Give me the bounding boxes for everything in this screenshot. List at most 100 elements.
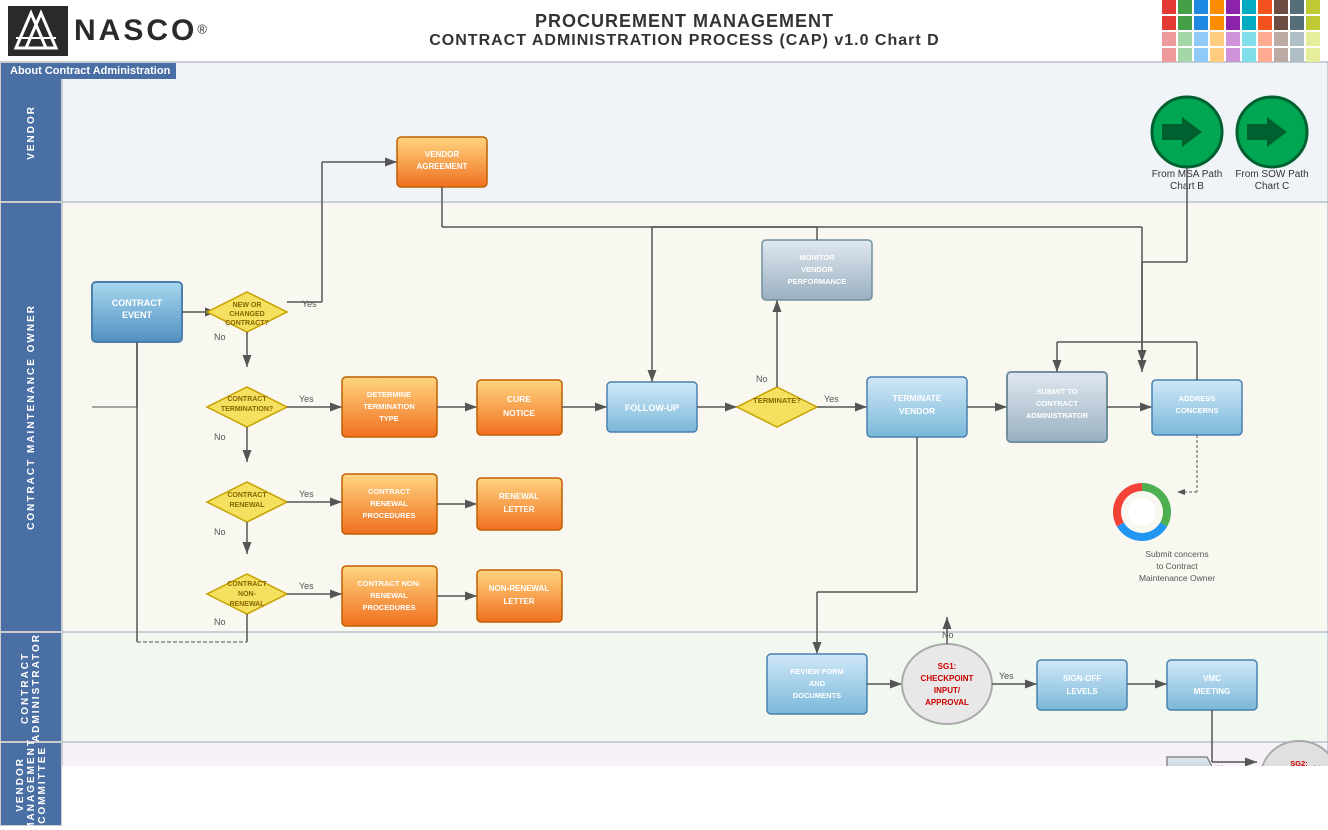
followup-label: FOLLOW-UP [625,403,679,413]
svg-text:No: No [214,527,226,537]
vendor-agreement-label: VENDOR [425,150,459,159]
svg-text:No: No [214,432,226,442]
svg-text:CONCERNS: CONCERNS [1176,406,1219,415]
lane-vendor: VENDOR [0,62,62,202]
lane-label-vendor: VENDOR [0,62,62,202]
color-cell [1210,48,1224,62]
sg1-label: SG1: [938,662,957,671]
svg-text:DOCUMENTS: DOCUMENTS [793,691,841,700]
color-cell [1242,32,1256,46]
color-cell [1306,0,1320,14]
svg-text:RENEWAL: RENEWAL [370,591,408,600]
color-cell [1258,0,1272,14]
color-cell [1242,16,1256,30]
svg-text:TYPE: TYPE [379,414,399,423]
svg-text:CONTRACT?: CONTRACT? [225,320,269,327]
determine-termination-label: DETERMINE [367,390,411,399]
svg-text:AND: AND [809,679,826,688]
svg-text:EVENT: EVENT [122,310,153,320]
svg-text:LETTER: LETTER [503,505,534,514]
svg-text:CONTRACT: CONTRACT [1036,399,1078,408]
svg-text:AGREEMENT: AGREEMENT [416,162,467,171]
svg-text:PERFORMANCE: PERFORMANCE [788,277,847,286]
from-sow-label: From SOW Path [1235,169,1308,180]
color-cell [1162,48,1176,62]
color-cell [1162,0,1176,14]
color-cell [1162,16,1176,30]
color-cell [1194,32,1208,46]
logo-name: NASCO® [74,14,207,48]
svg-text:LEVELS: LEVELS [1066,687,1098,696]
new-changed-label: NEW OR [233,302,262,309]
svg-text:No: No [942,630,954,640]
sign-off-label: SIGN-OFF [1063,674,1101,683]
color-cell [1290,48,1304,62]
svg-text:No: No [214,332,226,342]
non-renewal-label: CONTRACT [227,581,267,588]
color-cell [1226,0,1240,14]
color-cell [1290,32,1304,46]
color-cell [1226,16,1240,30]
svg-text:PROCEDURES: PROCEDURES [363,511,416,520]
flowchart-svg: From MSA Path Chart B From SOW Path Char… [62,62,1328,766]
terminate-vendor-label: TERMINATE [893,393,942,403]
svg-text:MEETING: MEETING [1194,687,1230,696]
color-cell [1274,48,1288,62]
svg-text:No: No [214,617,226,627]
color-cell [1274,16,1288,30]
color-cell [1306,32,1320,46]
contract-event-label: CONTRACT [112,298,163,308]
submit-ca-label: SUBMIT TO [1036,387,1077,396]
svg-text:Yes: Yes [299,489,314,499]
contract-renewal-label: CONTRACT [227,492,267,499]
color-cell [1306,48,1320,62]
svg-text:TERMINATION: TERMINATION [363,402,415,411]
svg-text:NOTICE: NOTICE [503,408,535,418]
svg-text:Maintenance Owner: Maintenance Owner [1139,573,1215,583]
about-bar[interactable]: About Contract Administration [4,63,176,79]
color-grid [1162,0,1320,62]
lane-label-ca: CONTRACT ADMINISTRATOR [0,632,62,742]
color-cell [1290,0,1304,14]
color-cell [1162,32,1176,46]
renewal-procedures-label: CONTRACT [368,487,410,496]
svg-text:No: No [756,374,768,384]
svg-text:Chart C: Chart C [1255,181,1289,192]
lane-vmc: VENDOR MANAGEMENT COMMITTEE [0,742,62,826]
submit-concerns-label: Submit concerns [1145,549,1208,559]
svg-text:CHANGED: CHANGED [229,311,264,318]
lane-label-cmo: CONTRACT MAINTENANCE OWNER [0,202,62,632]
svg-text:VENDOR: VENDOR [899,406,935,416]
color-cell [1226,32,1240,46]
color-cell [1290,16,1304,30]
logo: NASCO® [8,6,207,56]
svg-text:VENDOR: VENDOR [801,265,834,274]
svg-text:RENEWAL: RENEWAL [370,499,408,508]
lanes: VENDOR CONTRACT MAINTENANCE OWNER CONTRA… [0,62,62,766]
color-cell [1258,16,1272,30]
lane-cmo: CONTRACT MAINTENANCE OWNER [0,202,62,632]
svg-text:Yes: Yes [999,671,1014,681]
svg-text:INPUT/: INPUT/ [934,686,961,695]
svg-text:RENEWAL: RENEWAL [230,601,266,608]
svg-text:to Contract: to Contract [1156,561,1198,571]
color-cell [1178,48,1192,62]
monitor-vendor-label: MONITOR [799,253,835,262]
svg-text:NON-: NON- [238,591,257,598]
header: NASCO® PROCUREMENT MANAGEMENT CONTRACT A… [0,0,1328,62]
color-cell [1258,32,1272,46]
svg-text:Yes: Yes [299,394,314,404]
color-cell [1210,16,1224,30]
address-concerns-label: ADDRESS [1179,394,1216,403]
color-cell [1178,0,1192,14]
terminate-label: TERMINATE? [753,396,801,405]
review-form-label: REVIEW FORM [790,667,844,676]
non-renewal-letter-label: NON-RENEWAL [489,584,550,593]
color-cell [1274,0,1288,14]
svg-text:Yes: Yes [824,394,839,404]
svg-text:Yes: Yes [302,299,317,309]
title-block: PROCUREMENT MANAGEMENT CONTRACT ADMINIST… [207,11,1162,50]
svg-text:Yes: Yes [299,581,314,591]
svg-text:TERMINATION?: TERMINATION? [221,406,273,413]
logo-box [8,6,68,56]
